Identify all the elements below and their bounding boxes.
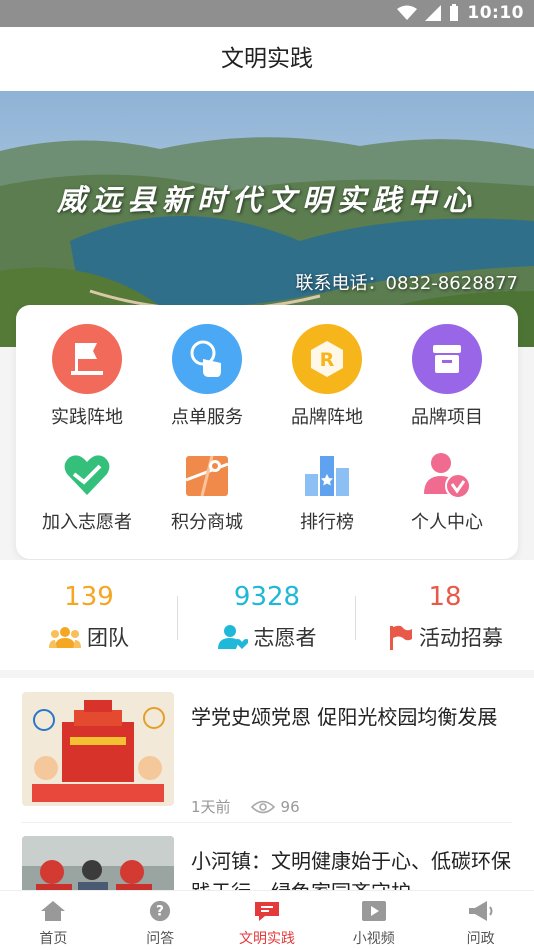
function-grid: 实践阵地 点单服务 R 品牌阵地 品牌项目 加入志愿者 积分商城 排行榜 个人中… [16,305,518,559]
divider [22,822,512,823]
megaphone-icon [468,901,493,921]
tab-qa[interactable]: ? 问答 [107,891,214,950]
tab-label: 问政 [466,931,495,947]
banner-phone: 联系电话：0832-8628877 [295,273,518,294]
stat-team[interactable]: 139 团队 [0,560,178,652]
home-icon [41,901,66,921]
news-time: 1天前 [191,798,231,816]
ranking-icon [305,456,349,496]
grid-item-label: 积分商城 [171,512,243,533]
tab-label: 小视频 [352,931,395,947]
bottom-tab-bar: 首页 ? 问答 文明实践 小视频 问政 [0,890,534,950]
heart-hands-icon [64,455,110,495]
battery-icon [450,4,459,21]
status-icons: 10:10 [397,3,524,23]
stat-volunteers-label: 志愿者 [253,626,317,650]
stats-panel: 139 团队 9328 志愿者 18 活动招募 [0,560,534,670]
grid-item-label: 品牌阵地 [291,407,363,428]
stat-team-count: 139 [64,582,114,612]
grid-item-order-service[interactable]: 点单服务 [147,323,267,429]
grid-item-ranking[interactable]: 排行榜 [267,450,387,534]
tab-civilization-practice[interactable]: 文明实践 [214,891,321,950]
stat-recruitment[interactable]: 18 活动招募 [356,560,534,652]
touch-icon [172,324,242,394]
volunteer-icon [217,625,248,649]
tab-label: 首页 [39,931,68,947]
news-views: 96 [280,797,300,816]
news-thumbnail [22,836,174,890]
stat-recruitment-label: 活动招募 [419,626,503,650]
stat-team-label: 团队 [87,626,129,650]
news-list: 学党史颂党恩 促阳光校园均衡发展 1天前 96 小河镇：文明健康始于心、低碳环保… [0,678,534,890]
question-icon: ? [150,900,171,922]
grid-item-personal-center[interactable]: 个人中心 [387,450,507,534]
user-check-icon [424,453,471,499]
page-title: 文明实践 [0,27,534,91]
status-bar: 10:10 [0,0,534,27]
news-title: 学党史颂党恩 促阳光校园均衡发展 [191,705,498,729]
tab-label: 问答 [146,931,175,947]
chat-flag-icon [254,902,279,921]
grid-item-brand-base[interactable]: R 品牌阵地 [267,323,387,429]
tab-home[interactable]: 首页 [0,891,107,950]
wifi-icon [397,5,418,20]
eye-icon [250,800,275,813]
grid-item-label: 排行榜 [300,512,354,533]
stat-volunteers-count: 9328 [233,582,301,612]
grid-item-brand-project[interactable]: 品牌项目 [387,323,507,429]
grid-item-points-mall[interactable]: 积分商城 [147,450,267,534]
grid-item-join-volunteer[interactable]: 加入志愿者 [27,450,147,534]
video-icon [361,901,386,921]
news-title: 小河镇：文明健康始于心、低碳环保践于行、绿色家园齐守护 [191,849,511,890]
grid-item-practice-base[interactable]: 实践阵地 [27,323,147,429]
grid-item-label: 点单服务 [171,407,243,428]
stat-volunteers[interactable]: 9328 志愿者 [178,560,356,652]
flag-icon [390,625,412,650]
tab-short-video[interactable]: 小视频 [320,891,427,950]
status-time: 10:10 [467,3,524,23]
news-thumbnail [22,692,174,806]
svg-text:?: ? [156,904,164,920]
brand-r-icon: R [292,324,362,394]
news-meta: 1天前 96 [191,796,300,817]
grid-item-label: 加入志愿者 [42,512,132,533]
flag-icon [52,324,122,394]
grid-item-label: 个人中心 [411,512,483,533]
team-icon [49,627,81,648]
signal-icon [425,5,442,21]
banner-title: 威远县新时代文明实践中心 [56,183,477,217]
list-item[interactable]: 小河镇：文明健康始于心、低碳环保践于行、绿色家园齐守护 [22,836,514,890]
grid-item-label: 品牌项目 [411,407,483,428]
list-item[interactable]: 学党史颂党恩 促阳光校园均衡发展 1天前 96 [22,692,514,822]
grid-item-label: 实践阵地 [51,407,123,428]
box-icon [412,324,482,394]
tab-label: 文明实践 [238,931,295,947]
tab-politics[interactable]: 问政 [427,891,534,950]
stat-recruitment-count: 18 [428,582,462,612]
map-icon [185,455,229,497]
svg-text:R: R [320,349,335,371]
